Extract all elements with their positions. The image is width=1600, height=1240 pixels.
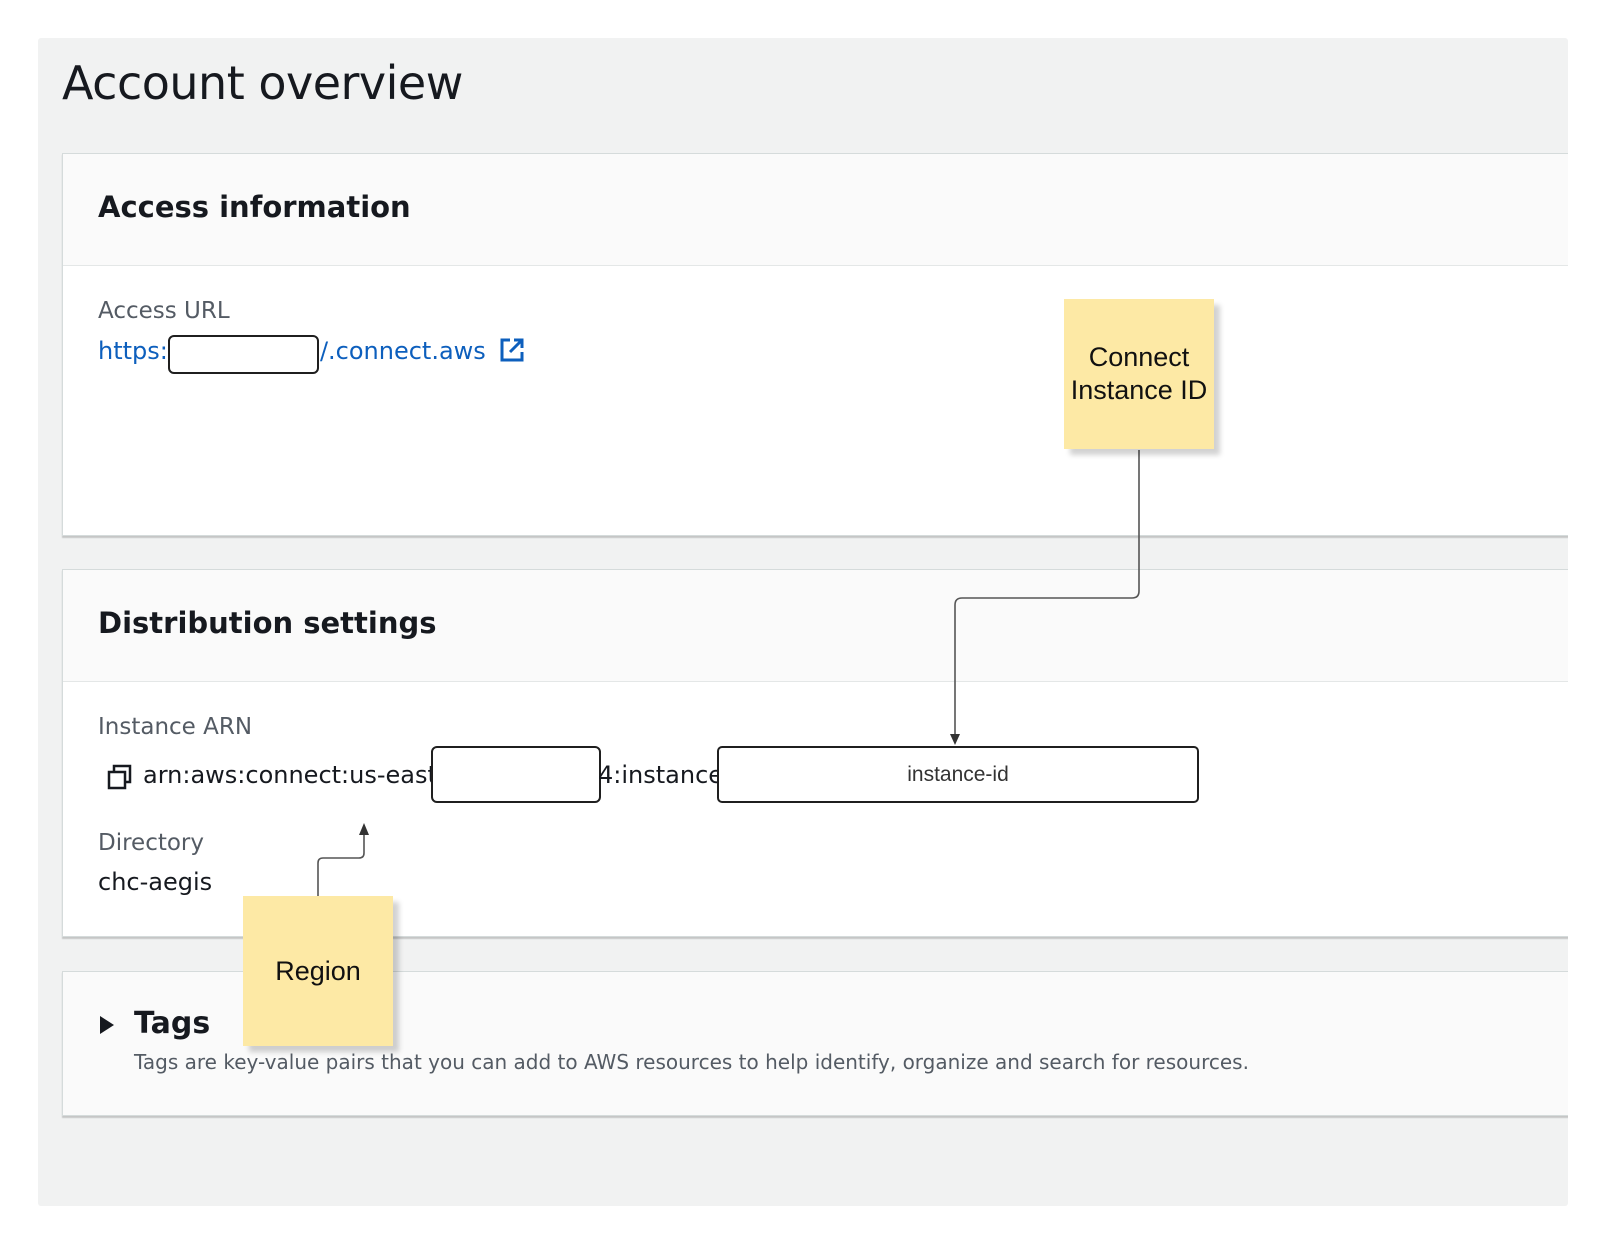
access-information-heading: Access information: [98, 190, 411, 224]
instance-arn-label: Instance ARN: [98, 714, 253, 740]
account-id-redaction-box: [431, 746, 601, 803]
access-url-redaction-box: [168, 335, 319, 374]
access-information-card: Access information Access URL https:/ /.c…: [62, 153, 1568, 536]
page-title: Account overview: [62, 56, 463, 110]
directory-value: chc-aegis: [98, 868, 213, 896]
connect-instance-id-sticky-note: Connect Instance ID: [1064, 299, 1214, 449]
instance-id-box: instance-id: [717, 746, 1199, 803]
account-overview-panel: Account overview Access information Acce…: [38, 38, 1568, 1206]
access-url-suffix: /.connect.aws: [319, 337, 486, 365]
tags-heading[interactable]: Tags: [134, 1006, 210, 1041]
distribution-settings-heading: Distribution settings: [98, 606, 437, 640]
distribution-settings-card: Distribution settings Instance ARN arn:a…: [62, 569, 1568, 937]
external-link-icon[interactable]: [499, 337, 525, 363]
tags-description: Tags are key-value pairs that you can ad…: [134, 1050, 1249, 1074]
instance-arn-middle: 4:instance/: [598, 761, 732, 789]
region-sticky-note: Region: [243, 896, 393, 1046]
access-url-prefix: https:/: [98, 337, 176, 365]
instance-arn-prefix: arn:aws:connect:us-east-1: [143, 761, 461, 789]
access-information-header: Access information: [63, 154, 1568, 266]
directory-label: Directory: [98, 830, 205, 856]
caret-right-icon[interactable]: [99, 1015, 115, 1035]
copy-icon[interactable]: [107, 764, 133, 790]
access-url-label: Access URL: [98, 298, 230, 324]
distribution-settings-header: Distribution settings: [63, 570, 1568, 682]
